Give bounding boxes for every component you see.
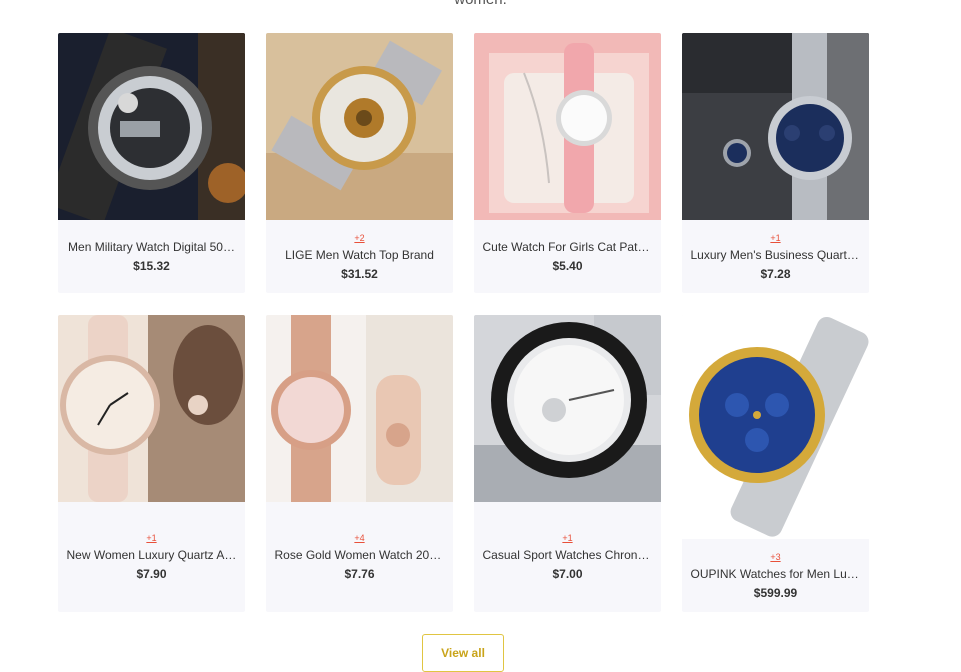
product-title[interactable]: LIGE Men Watch Top Brand [275, 248, 445, 262]
product-info: +1 Luxury Men's Business Quartz… $7.28 [682, 220, 869, 293]
product-price: $7.28 [760, 266, 791, 281]
view-all-button[interactable]: View all [422, 634, 504, 672]
product-card[interactable]: +3 OUPINK Watches for Men Lux… $599.99 [682, 315, 869, 612]
product-price: $7.90 [136, 567, 167, 581]
product-image-sport-chronograph[interactable] [474, 315, 661, 502]
product-price: $7.76 [344, 567, 375, 581]
product-info: Cute Watch For Girls Cat Patt… $5.40 [474, 220, 661, 293]
product-grid: Men Military Watch Digital 50… $15.32 +2… [58, 33, 870, 612]
product-card[interactable]: +1 Luxury Men's Business Quartz… $7.28 [682, 33, 869, 293]
product-price: $7.00 [552, 567, 583, 581]
product-price: $599.99 [753, 585, 798, 600]
product-image-rose-gold-watch[interactable] [266, 315, 453, 502]
product-image-cute-watch[interactable] [474, 33, 661, 220]
product-info: +1 New Women Luxury Quartz Al… $7.90 [58, 502, 245, 612]
product-title[interactable]: Men Military Watch Digital 50… [67, 240, 237, 254]
product-card[interactable]: +4 Rose Gold Women Watch 202… $7.76 [266, 315, 453, 612]
product-title[interactable]: OUPINK Watches for Men Lux… [691, 567, 861, 581]
variant-badge[interactable]: +1 [146, 533, 156, 544]
product-title[interactable]: New Women Luxury Quartz Al… [67, 548, 237, 562]
product-card[interactable]: +2 LIGE Men Watch Top Brand $31.52 [266, 33, 453, 293]
product-card[interactable]: +1 New Women Luxury Quartz Al… $7.90 [58, 315, 245, 612]
product-title[interactable]: Luxury Men's Business Quartz… [691, 248, 861, 262]
product-info: Men Military Watch Digital 50… $15.32 [58, 220, 245, 293]
product-info: +1 Casual Sport Watches Chrono… $7.00 [474, 502, 661, 612]
product-info: +3 OUPINK Watches for Men Lux… $599.99 [682, 539, 869, 612]
product-image-lige-watch[interactable] [266, 33, 453, 220]
variant-badge[interactable]: +3 [770, 552, 780, 563]
product-title[interactable]: Cute Watch For Girls Cat Patt… [483, 240, 653, 254]
product-price: $15.32 [133, 259, 170, 273]
section-subtitle: women. [0, 0, 961, 8]
variant-badge[interactable]: +2 [354, 233, 364, 244]
product-card[interactable]: Men Military Watch Digital 50… $15.32 [58, 33, 245, 293]
product-card[interactable]: +1 Casual Sport Watches Chrono… $7.00 [474, 315, 661, 612]
product-price: $31.52 [341, 266, 378, 281]
product-price: $5.40 [552, 259, 583, 273]
variant-badge[interactable]: +1 [770, 233, 780, 244]
product-title[interactable]: Rose Gold Women Watch 202… [275, 548, 445, 562]
product-image-women-quartz-watch[interactable] [58, 315, 245, 502]
variant-badge[interactable]: +1 [562, 533, 572, 544]
product-image-business-watch[interactable] [682, 33, 869, 220]
variant-badge[interactable]: +4 [354, 533, 364, 544]
product-info: +2 LIGE Men Watch Top Brand $31.52 [266, 220, 453, 293]
product-title[interactable]: Casual Sport Watches Chrono… [483, 548, 653, 562]
product-card[interactable]: Cute Watch For Girls Cat Patt… $5.40 [474, 33, 661, 293]
product-image-oupink-watch[interactable] [682, 315, 869, 539]
product-info: +4 Rose Gold Women Watch 202… $7.76 [266, 502, 453, 612]
product-image-military-watch[interactable] [58, 33, 245, 220]
